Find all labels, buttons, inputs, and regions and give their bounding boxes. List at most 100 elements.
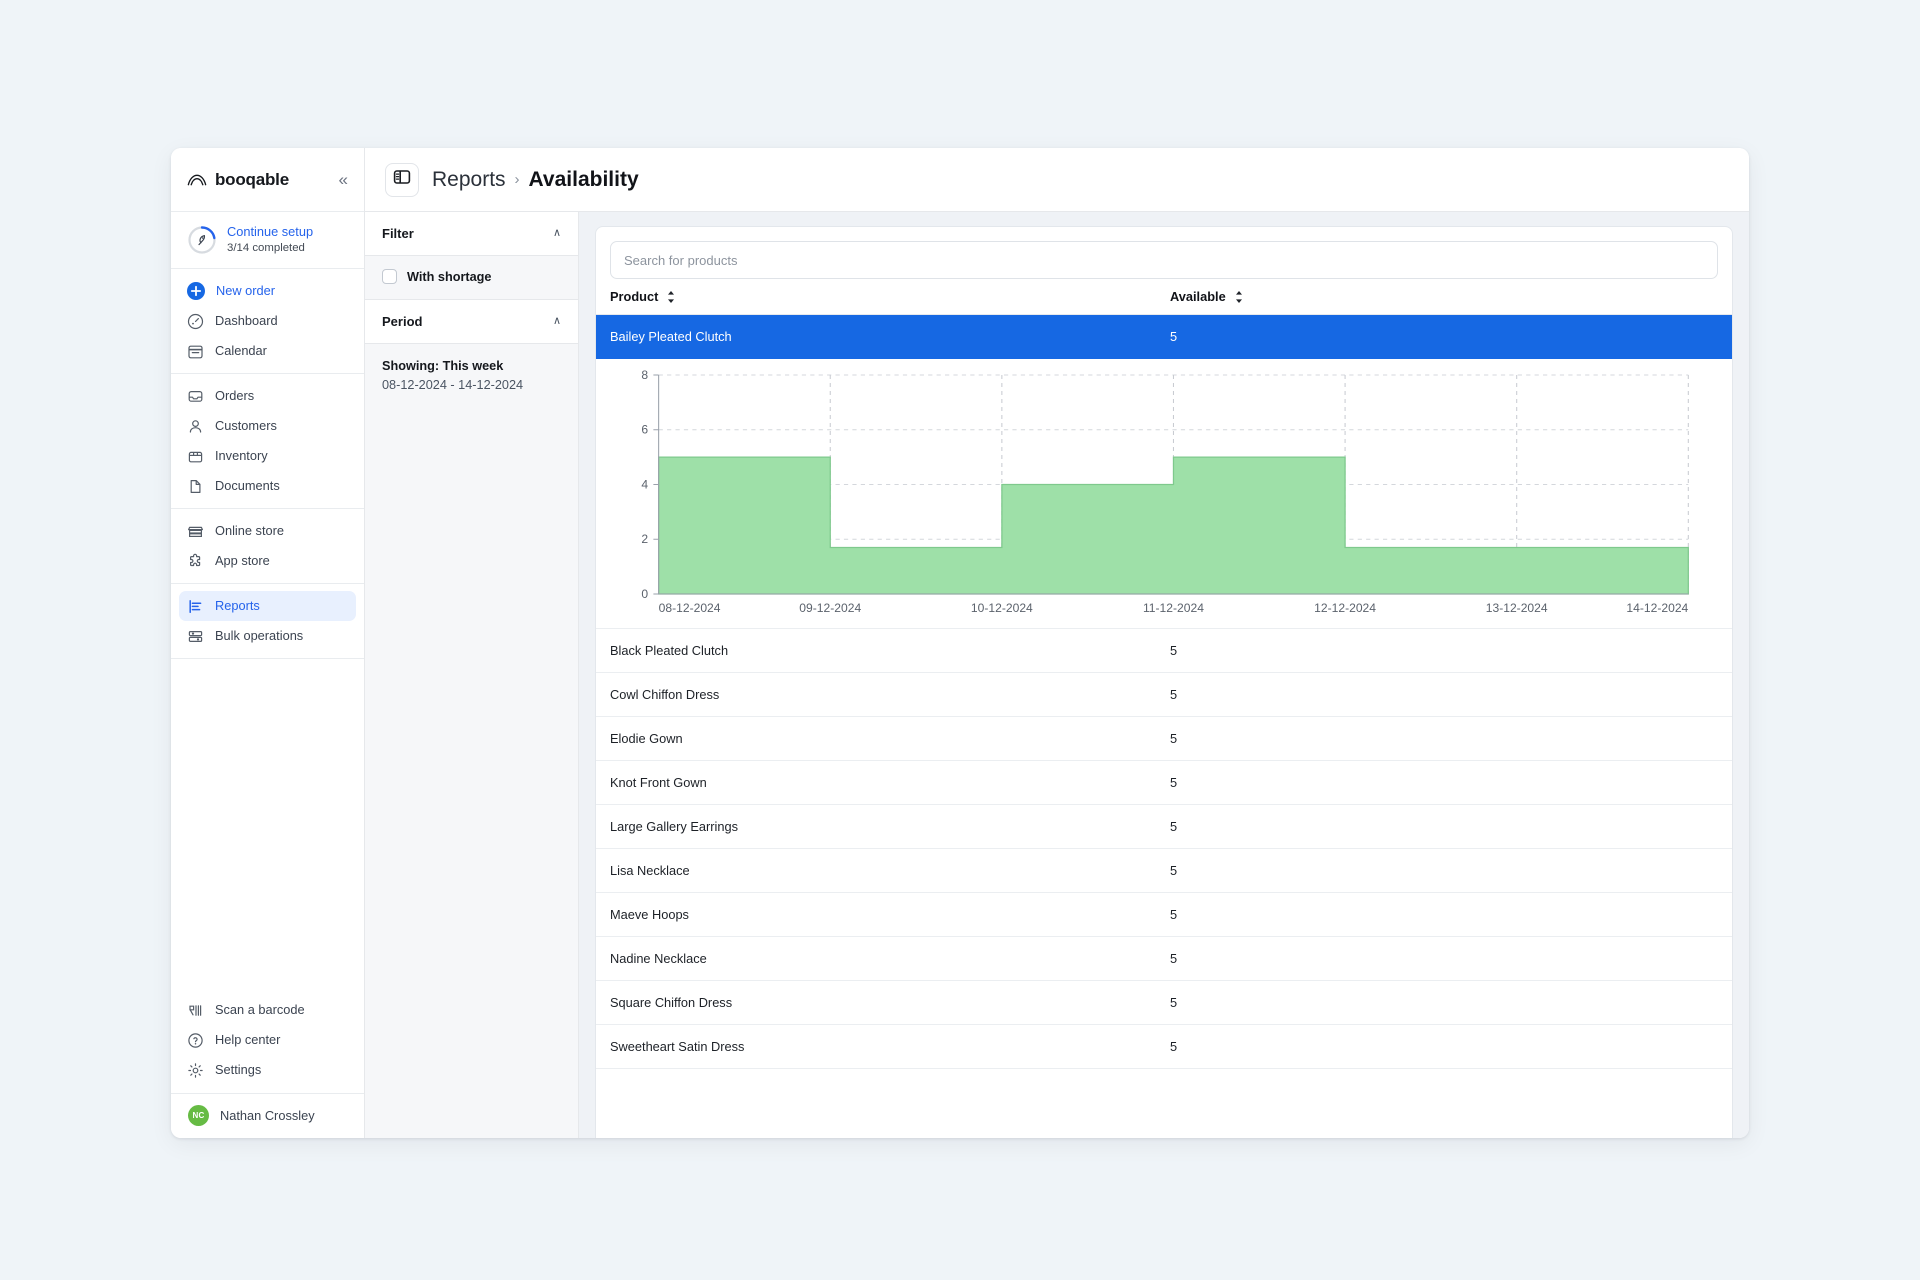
availability-chart-row: 0 2 4 6 8 08-12-2024 09-12-2024 10-12-2024 11-12…	[596, 359, 1732, 629]
table-row[interactable]: Maeve Hoops 5	[596, 893, 1732, 937]
cell-product: Black Pleated Clutch	[610, 643, 729, 658]
filter-section-body: With shortage	[365, 256, 578, 300]
sidebar-item-orders[interactable]: Orders	[179, 381, 356, 411]
sidebar-item-dashboard[interactable]: Dashboard	[179, 306, 356, 336]
period-section-body[interactable]: Showing: This week 08-12-2024 - 14-12-20…	[365, 344, 578, 408]
cell-available: 5	[1170, 819, 1178, 834]
cell-product: Nadine Necklace	[610, 951, 707, 966]
breadcrumb-parent[interactable]: Reports	[432, 168, 506, 192]
sliders-icon	[187, 628, 204, 645]
sort-icon[interactable]	[666, 290, 676, 304]
cell-product: Lisa Necklace	[610, 863, 690, 878]
column-header-product[interactable]: Product	[610, 289, 1170, 304]
table-row[interactable]: Sweetheart Satin Dress 5	[596, 1025, 1732, 1069]
period-section-title: Period	[382, 314, 423, 329]
plus-circle-icon	[187, 282, 205, 301]
cell-product: Large Gallery Earrings	[610, 819, 739, 834]
setup-progress-ring-icon	[188, 225, 216, 254]
table-row[interactable]: Cowl Chiffon Dress 5	[596, 673, 1732, 717]
continue-setup-card[interactable]: Continue setup 3/14 completed	[171, 212, 364, 270]
svg-text:08-12-2024: 08-12-2024	[659, 601, 721, 615]
cell-available: 5	[1170, 687, 1178, 702]
sidebar-item-online-store[interactable]: Online store	[179, 516, 356, 546]
sidebar-item-documents[interactable]: Documents	[179, 471, 356, 501]
calendar-icon	[187, 343, 204, 360]
cell-available: 5	[1170, 329, 1178, 344]
table-rows: Bailey Pleated Clutch 5 0 2 4 6 8 08-12-2024 0…	[596, 315, 1732, 1138]
sidebar-item-inventory[interactable]: Inventory	[179, 441, 356, 471]
avatar: NC	[188, 1105, 209, 1126]
chevron-up-icon[interactable]: ∧	[553, 316, 561, 327]
sidebar-item-label: New order	[216, 283, 276, 299]
sidebar-item-help-center[interactable]: Help center	[179, 1025, 356, 1055]
sort-icon[interactable]	[1234, 290, 1244, 304]
availability-chart: 0 2 4 6 8 08-12-2024 09-12-2024 10-12-2024 11-12…	[606, 365, 1722, 626]
chevron-up-icon[interactable]: ∧	[553, 228, 561, 239]
table-row[interactable]: Large Gallery Earrings 5	[596, 805, 1732, 849]
bar-chart-icon	[187, 598, 204, 615]
availability-card: Product Available	[595, 226, 1733, 1138]
table-row[interactable]: Lisa Necklace 5	[596, 849, 1732, 893]
column-header-available[interactable]: Available	[1170, 289, 1244, 304]
filter-section-header[interactable]: Filter ∧	[365, 212, 578, 256]
gauge-icon	[187, 313, 204, 330]
svg-text:6: 6	[641, 423, 648, 437]
cell-available: 5	[1170, 863, 1178, 878]
user-name: Nathan Crossley	[220, 1108, 315, 1123]
sidebar-item-label: Reports	[215, 598, 260, 614]
sidebar-user-account[interactable]: NC Nathan Crossley	[171, 1093, 364, 1138]
sidebar-item-label: Scan a barcode	[215, 1002, 305, 1017]
store-icon	[187, 523, 204, 540]
svg-text:8: 8	[641, 368, 648, 382]
svg-text:12-12-2024: 12-12-2024	[1314, 601, 1376, 615]
table-row[interactable]: Black Pleated Clutch 5	[596, 629, 1732, 673]
toggle-panel-button[interactable]	[385, 162, 419, 197]
booqable-logo-icon	[187, 173, 207, 187]
table-row[interactable]: Elodie Gown 5	[596, 717, 1732, 761]
cell-product: Maeve Hoops	[610, 907, 689, 922]
with-shortage-filter[interactable]: With shortage	[382, 269, 561, 284]
sidebar-item-app-store[interactable]: App store	[179, 546, 356, 576]
sidebar-item-label: Documents	[215, 478, 280, 494]
table-row-selected[interactable]: Bailey Pleated Clutch 5	[596, 315, 1732, 359]
sidebar-item-reports[interactable]: Reports	[179, 591, 356, 622]
table-row[interactable]: Nadine Necklace 5	[596, 937, 1732, 981]
sidebar-item-label: Help center	[215, 1032, 281, 1047]
sidebar-item-settings[interactable]: Settings	[179, 1055, 356, 1085]
document-icon	[187, 478, 204, 495]
svg-text:11-12-2024: 11-12-2024	[1143, 601, 1204, 615]
svg-text:14-12-2024: 14-12-2024	[1626, 601, 1688, 615]
sidebar-group-tertiary: Online store App store	[171, 509, 364, 585]
sidebar-item-label: Orders	[215, 388, 255, 404]
cell-available: 5	[1170, 995, 1178, 1010]
cell-available: 5	[1170, 907, 1178, 922]
sidebar-item-bulk-operations[interactable]: Bulk operations	[179, 621, 356, 651]
period-showing-label: Showing: This week	[382, 359, 504, 373]
main-area: Reports › Availability Filter ∧ With sho…	[365, 148, 1749, 1138]
report-content: Product Available	[579, 212, 1749, 1138]
continue-setup-subtitle: 3/14 completed	[227, 241, 305, 254]
collapse-sidebar-button[interactable]: «	[337, 169, 350, 190]
sidebar-item-scan-a-barcode[interactable]: Scan a barcode	[179, 995, 356, 1025]
sidebar-group-bottom: Scan a barcode Help center Settings	[171, 988, 364, 1093]
sidebar-item-label: Customers	[215, 418, 277, 434]
sidebar-item-calendar[interactable]: Calendar	[179, 336, 356, 366]
sidebar-item-label: Bulk operations	[215, 628, 304, 644]
puzzle-icon	[187, 553, 204, 570]
panel-left-icon	[393, 168, 411, 191]
with-shortage-checkbox[interactable]	[382, 269, 397, 284]
cell-product: Elodie Gown	[610, 731, 683, 746]
period-section-header[interactable]: Period ∧	[365, 300, 578, 344]
with-shortage-label: With shortage	[407, 269, 492, 284]
table-row[interactable]: Knot Front Gown 5	[596, 761, 1732, 805]
page-title: Availability	[528, 167, 639, 191]
period-date-range: 08-12-2024 - 14-12-2024	[382, 378, 524, 393]
search-input[interactable]	[610, 241, 1718, 279]
svg-text:13-12-2024: 13-12-2024	[1486, 601, 1548, 615]
table-row[interactable]: Square Chiffon Dress 5	[596, 981, 1732, 1025]
sidebar-item-customers[interactable]: Customers	[179, 411, 356, 441]
column-header-available-label: Available	[1170, 289, 1226, 304]
cell-available: 5	[1170, 643, 1178, 658]
sidebar-item-new-order[interactable]: New order	[179, 276, 356, 306]
